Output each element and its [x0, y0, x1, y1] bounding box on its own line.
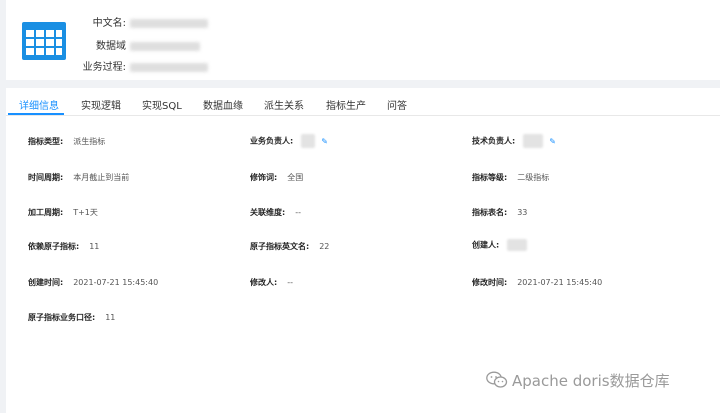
business-owner-value [301, 134, 316, 148]
tech-owner-value [523, 134, 544, 148]
tab-logic[interactable]: 实现逻辑 [81, 97, 121, 112]
wechat-icon [486, 371, 508, 388]
tab-bar: 详细信息 实现逻辑 实现SQL 数据血缘 派生关系 指标生产 问答 [6, 88, 720, 116]
table-grid-icon [22, 22, 66, 60]
edit-tech-owner-icon[interactable]: ✎ [549, 137, 556, 146]
metric-type-field: 指标类型: 派生指标 [28, 137, 106, 146]
modify-time-field: 修改时间: 2021-07-21 15:45:40 [472, 278, 603, 287]
atomic-caliber-field: 原子指标业务口径: 11 [28, 313, 116, 322]
chinese-name-value [130, 18, 208, 28]
business-process-label: 业务过程: [82, 62, 126, 73]
atomic-metric-field: 依赖原子指标: 11 [28, 242, 100, 251]
business-owner-field: 业务负责人: ✎ [250, 134, 328, 148]
watermark-text: Apache doris数据仓库 [512, 372, 670, 390]
time-period-field: 时间周期: 本月截止到当前 [28, 173, 130, 182]
process-cycle-field: 加工周期: T+1天 [28, 208, 98, 217]
creator-value [507, 239, 528, 251]
detail-panel: 详细信息 实现逻辑 实现SQL 数据血缘 派生关系 指标生产 问答 指标类型: 派… [6, 88, 720, 413]
atomic-metric-en-field: 原子指标英文名: 22 [250, 242, 330, 251]
chinese-name-row: 中文名: [72, 14, 208, 29]
tab-sql[interactable]: 实现SQL [142, 97, 182, 112]
active-tab-indicator [8, 113, 64, 115]
creator-field: 创建人: [472, 239, 528, 251]
metric-table-name-field: 指标表名: 33 [472, 208, 528, 217]
related-dimension-field: 关联维度: -- [250, 208, 301, 217]
tab-derivation[interactable]: 派生关系 [264, 97, 304, 112]
data-domain-label: 数据域 [96, 41, 126, 52]
metric-level-field: 指标等级: 二级指标 [472, 173, 550, 182]
business-process-value [130, 62, 208, 72]
edit-business-owner-icon[interactable]: ✎ [321, 137, 328, 146]
create-time-field: 创建时间: 2021-07-21 15:45:40 [28, 278, 159, 287]
data-domain-row: 数据域 [72, 37, 200, 52]
tab-details[interactable]: 详细信息 [19, 97, 59, 112]
business-process-row: 业务过程: [72, 58, 208, 73]
tech-owner-field: 技术负责人: ✎ [472, 134, 556, 148]
tab-production[interactable]: 指标生产 [326, 97, 366, 112]
chinese-name-label: 中文名: [92, 18, 126, 29]
tab-lineage[interactable]: 数据血缘 [203, 97, 243, 112]
tab-qa[interactable]: 问答 [387, 97, 407, 112]
metric-header: 中文名: 数据域 业务过程: [6, 0, 720, 80]
modified-by-field: 修改人: -- [250, 278, 293, 287]
data-domain-value [130, 41, 200, 51]
modifier-field: 修饰词: 全国 [250, 173, 304, 182]
